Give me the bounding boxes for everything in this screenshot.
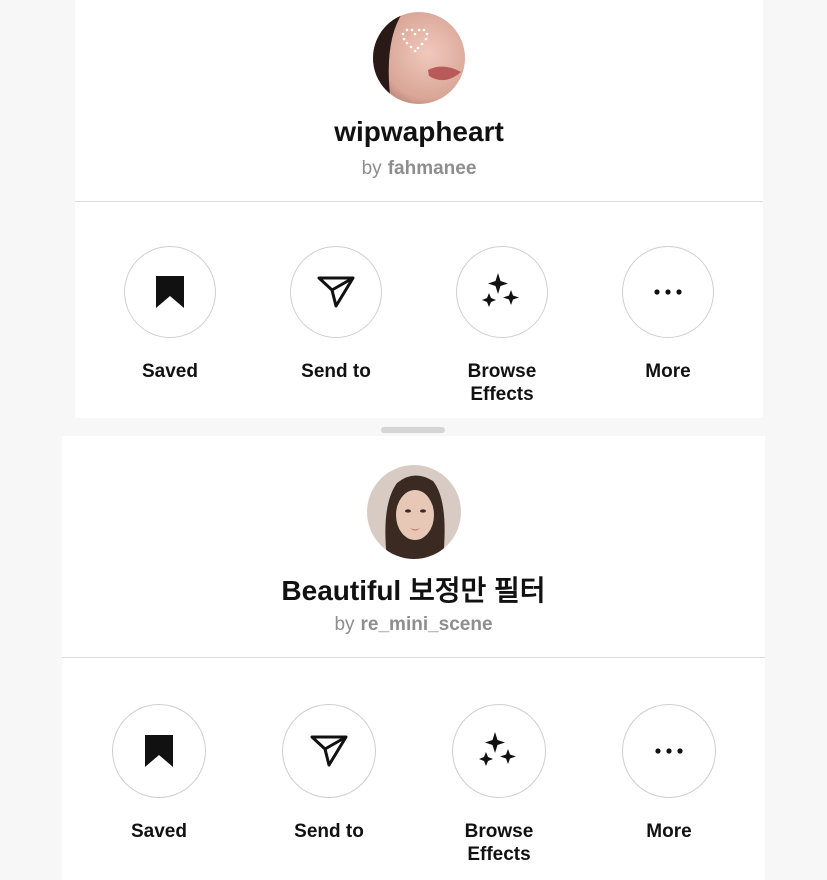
sheet-grabber-handle[interactable]: [381, 427, 445, 433]
browse-effects-button[interactable]: Browse Effects: [429, 704, 569, 866]
bookmark-icon: [145, 735, 173, 767]
sparkles-icon: [479, 732, 516, 766]
more-icon: [655, 748, 683, 754]
browse-effects-label: Browse Effects: [467, 361, 537, 405]
more-circle[interactable]: [622, 704, 716, 798]
saved-button[interactable]: Saved: [100, 246, 240, 383]
send-to-circle[interactable]: [282, 704, 376, 798]
saved-label: Saved: [142, 361, 198, 382]
more-label: More: [646, 821, 692, 842]
effect-author-line[interactable]: by re_mini_scene: [62, 614, 765, 636]
send-to-circle[interactable]: [290, 246, 382, 338]
send-to-label: Send to: [294, 821, 364, 842]
bookmark-icon: [156, 276, 184, 308]
effect-sheet-wipwapheart: wipwapheart by fahmanee Saved Send to Br…: [75, 0, 763, 418]
browse-effects-circle[interactable]: [456, 246, 548, 338]
effect-sheet-beautiful: Beautiful 보정만 필터 by re_mini_scene Saved S…: [62, 436, 765, 880]
more-button[interactable]: More: [598, 246, 738, 383]
more-button[interactable]: More: [599, 704, 739, 843]
author-name[interactable]: fahmanee: [388, 158, 477, 179]
author-name[interactable]: re_mini_scene: [361, 614, 493, 635]
sparkles-icon: [482, 273, 519, 307]
by-prefix: by: [334, 614, 355, 635]
send-icon: [310, 735, 348, 767]
browse-effects-label: Browse Effects: [464, 821, 534, 865]
browse-effects-circle[interactable]: [452, 704, 546, 798]
saved-circle[interactable]: [112, 704, 206, 798]
browse-effects-button[interactable]: Browse Effects: [432, 246, 572, 406]
divider: [62, 657, 765, 658]
send-to-button[interactable]: Send to: [266, 246, 406, 383]
by-prefix: by: [361, 158, 382, 179]
effect-title: wipwapheart: [334, 116, 504, 147]
saved-label: Saved: [131, 821, 187, 842]
saved-circle[interactable]: [124, 246, 216, 338]
effect-avatar[interactable]: [373, 12, 465, 104]
divider: [75, 201, 763, 202]
more-circle[interactable]: [622, 246, 714, 338]
effect-author-line[interactable]: by fahmanee: [75, 158, 763, 180]
send-icon: [317, 276, 355, 308]
more-icon: [654, 289, 682, 295]
effect-title: Beautiful 보정만 필터: [281, 575, 546, 606]
effect-avatar[interactable]: [367, 465, 461, 559]
send-to-label: Send to: [301, 361, 371, 382]
send-to-button[interactable]: Send to: [259, 704, 399, 843]
more-label: More: [645, 361, 691, 382]
saved-button[interactable]: Saved: [89, 704, 229, 843]
